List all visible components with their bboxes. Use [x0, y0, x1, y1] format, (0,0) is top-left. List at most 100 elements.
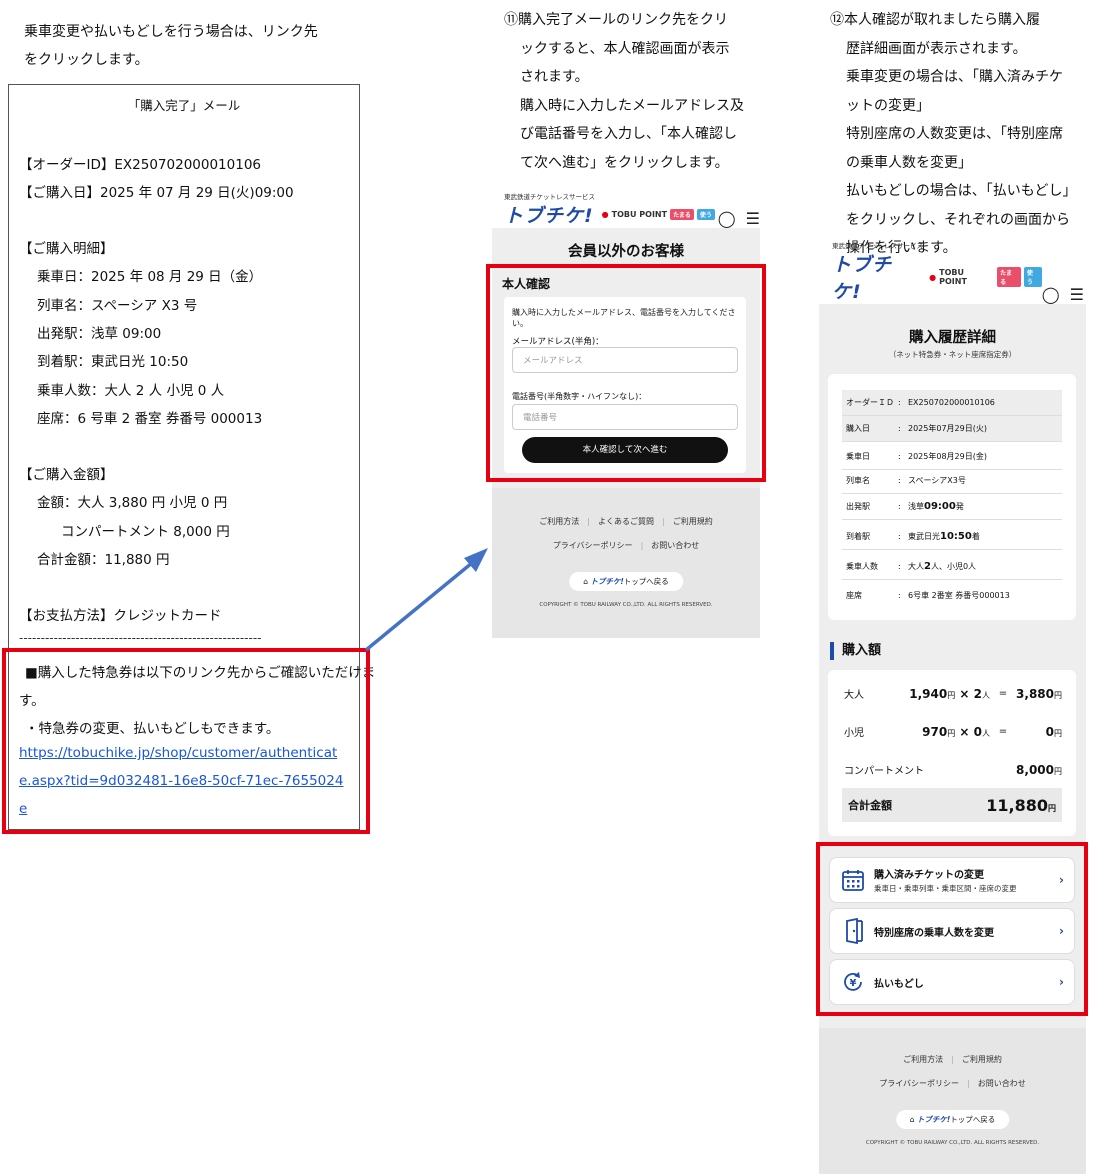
step-12-text: ⑫本人確認が取れましたら購入履 歴詳細画面が表示されます。 乗車変更の場合は、「… [830, 6, 1100, 263]
footer-links-row-2: プライバシーポリシー | お問い合わせ [879, 1079, 1026, 1088]
info-row: 乗車人数: 大人2人、小児0人 [842, 554, 1062, 580]
back-to-top-logo: トブチケ! [916, 1115, 951, 1124]
adult-qty: 2 [973, 686, 982, 701]
adult-count: 2 [924, 561, 931, 572]
info-value: 浅草09:00発 [908, 501, 1062, 512]
back-to-top-button[interactable]: ⌂ トブチケ!トップへ戻る [895, 1110, 1010, 1129]
chip-tamaru: たまる [670, 209, 694, 220]
info-row: 出発駅: 浅草09:00発 [842, 494, 1062, 520]
departure-time: 09:00 [924, 501, 956, 512]
step-11-line: 購入時に入力したメールアドレス及 [520, 97, 744, 114]
brand-logo[interactable]: トブチケ! [504, 201, 594, 228]
amount-row-compartment: コンパートメント 8,000円 [844, 762, 1062, 778]
info-row: 到着駅: 東武日光10:50着 [842, 524, 1062, 550]
menu-icon[interactable]: ☰ [746, 209, 760, 228]
total-label: 合計金額 [848, 799, 892, 812]
intro-line-1: 乗車変更や払いもどしを行う場合は、リンク先 [24, 24, 318, 40]
back-to-top-label: トップへ戻る [623, 577, 669, 586]
step-12-line: をクリックし、それぞれの画面から [846, 211, 1070, 228]
footer-link-usage[interactable]: ご利用方法 [539, 517, 579, 526]
yen-unit: 円 [1054, 766, 1062, 776]
tobu-point-badge: ● TOBU POINT たまる 使う [929, 267, 1042, 287]
adult-label: 大人 [908, 562, 924, 571]
person-unit: 人 [982, 728, 990, 738]
footer-link-contact[interactable]: お問い合わせ [978, 1079, 1026, 1088]
footer-links-row-1: ご利用方法 | ご利用規約 [903, 1055, 1002, 1064]
highlight-box-identity-form [486, 264, 766, 482]
screen-b-footer: ご利用方法 | ご利用規約 プライバシーポリシー | お問い合わせ ⌂ トブチケ!トップ… [819, 1028, 1086, 1174]
amount-row-child: 小児 970円 × 0人 = 0円 [844, 724, 1062, 740]
email-title: 「購入完了」メール [127, 98, 241, 113]
compartment-total: 8,000 [1016, 762, 1054, 777]
email-train: 列車名：スペーシア X3 号 [37, 298, 198, 314]
header-icons: ◯ ☰ [718, 209, 760, 228]
email-total: 合計金額：11,880 円 [37, 552, 170, 568]
user-icon[interactable]: ◯ [1042, 285, 1060, 304]
intro-line-2: をクリックします。 [24, 52, 149, 68]
step-11-line: されます。 [520, 69, 589, 85]
amount-label: 小児 [844, 728, 864, 739]
email-passengers: 乗車人数：大人 2 人 小児 0 人 [37, 383, 225, 399]
header-icons: ◯ ☰ [1042, 285, 1084, 304]
brand-block[interactable]: 東武鉄道チケットレスサービス トブチケ! ● TOBU POINT たまる 使う [504, 191, 715, 228]
passenger-suffix: 人、小児0人 [930, 562, 977, 571]
equals-sign: = [998, 688, 1008, 699]
email-divider: ----------------------------------------… [19, 631, 262, 645]
tobu-point-dot-icon: ● [929, 272, 937, 282]
step-11-text: ⑪購入完了メールのリンク先をクリ ックすると、本人確認画面が表示 されます。 購… [504, 6, 764, 177]
purchase-history-title: 購入履歴詳細 [909, 330, 996, 346]
screen-a-heading: 会員以外のお客様 [568, 244, 684, 260]
brand-block[interactable]: 東武鉄道チケットレスサービス トブチケ! ● TOBU POINT たまる 使う [832, 240, 1042, 304]
back-to-top-button[interactable]: ⌂ トブチケ!トップへ戻る [569, 572, 683, 591]
step-12-line: ットの変更」 [846, 97, 930, 114]
user-icon[interactable]: ◯ [718, 209, 736, 228]
purchase-history-subtitle: （ネット特急券・ネット座席指定券） [888, 350, 1017, 359]
footer-link-terms[interactable]: ご利用規約 [962, 1055, 1002, 1064]
info-row: 購入日:2025年07月29日(火) [842, 416, 1062, 442]
email-ride-date: 乗車日：2025 年 08 月 29 日（金） [37, 269, 263, 285]
amount-heading: 購入額 [830, 642, 881, 660]
amount-label: コンパートメント [844, 766, 924, 777]
footer-link-contact[interactable]: お問い合わせ [651, 541, 699, 550]
info-value: 2025年08月29日(金) [908, 452, 987, 461]
info-key: 乗車人数 [846, 562, 878, 571]
email-seat: 座席：6 号車 2 番室 券番号 000013 [37, 411, 263, 427]
arrow-icon [364, 548, 488, 652]
footer-link-privacy[interactable]: プライバシーポリシー [879, 1079, 959, 1088]
email-order-id: 【オーダーID】EX250702000010106 [19, 157, 261, 173]
email-purchase-date: 【ご購入日】2025 年 07 月 29 日(火)09:00 [19, 185, 294, 201]
tobu-point-label: TOBU POINT [611, 210, 668, 219]
screen-b-header: 東武鉄道チケットレスサービス トブチケ! ● TOBU POINT たまる 使う… [832, 242, 1084, 304]
info-value: スペーシアX3号 [908, 476, 966, 485]
tobu-point-badge: ● TOBU POINT たまる 使う [602, 209, 715, 220]
info-key: 到着駅 [846, 532, 870, 541]
info-value: 6号車 2番室 券番号000013 [908, 590, 1010, 600]
info-key: 座席 [846, 590, 862, 600]
footer-link-terms[interactable]: ご利用規約 [673, 517, 713, 526]
chip-tsukau: 使う [696, 209, 715, 220]
info-key: 乗車日 [846, 452, 870, 461]
yen-unit: 円 [947, 728, 956, 738]
info-row: 座席:6号車 2番室 券番号000013 [842, 582, 1062, 608]
times-sign: × [959, 686, 970, 701]
adult-total: 3,880 [1016, 686, 1054, 701]
menu-icon[interactable]: ☰ [1070, 285, 1084, 304]
step-11-line: て次へ進む」をクリックします。 [520, 154, 729, 171]
brand-tagline: 東武鉄道チケットレスサービス [504, 193, 595, 201]
amount-card: 大人 1,940円 × 2人 = 3,880円 小児 970円 × 0人 = 0… [828, 670, 1076, 836]
footer-link-usage[interactable]: ご利用方法 [903, 1055, 943, 1064]
brand-tagline: 東武鉄道チケットレスサービス [832, 242, 923, 250]
child-total: 0 [1045, 724, 1054, 739]
footer-links-row-2: プライバシーポリシー | お問い合わせ [552, 541, 700, 550]
child-price: 970 [922, 724, 948, 739]
brand-logo[interactable]: トブチケ! [832, 250, 921, 304]
footer-link-privacy[interactable]: プライバシーポリシー [553, 541, 633, 550]
info-row: 乗車日:2025年08月29日(金) [842, 444, 1062, 470]
highlight-box-actions [816, 842, 1088, 1016]
email-departure: 出発駅：浅草 09:00 [37, 326, 162, 342]
email-details-heading: 【ご購入明細】 [19, 241, 114, 257]
footer-link-faq[interactable]: よくあるご質問 [598, 517, 654, 526]
order-info-card: オーダーＩＤ: EX250702000010106 購入日:2025年07月29日… [828, 374, 1076, 620]
person-unit: 人 [982, 690, 990, 700]
info-value: 2025年07月29日(火) [908, 424, 987, 433]
